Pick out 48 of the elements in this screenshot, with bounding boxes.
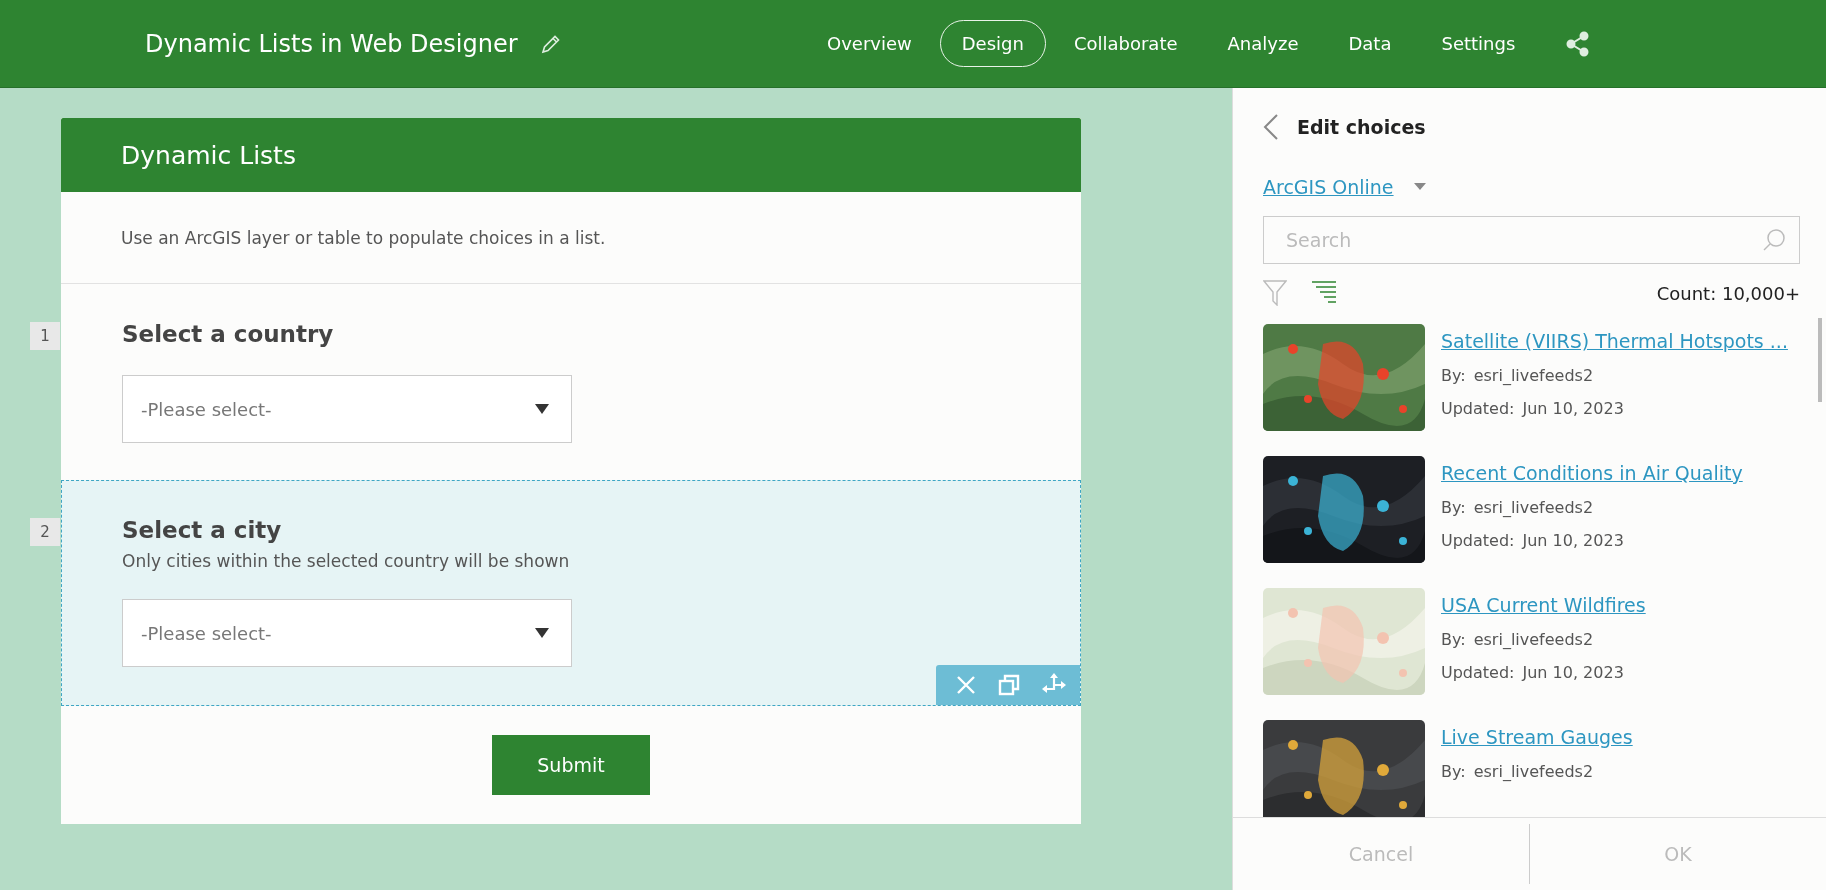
question-number: 2 (30, 518, 60, 546)
nav-tab[interactable]: Overview (805, 20, 934, 67)
updated-date: Jun 10, 2023 (1522, 531, 1624, 550)
owner-name: esri_livefeeds2 (1473, 366, 1594, 385)
dropdown-field[interactable]: -Please select- (122, 599, 572, 667)
item-title-link[interactable]: USA Current Wildfires (1441, 594, 1646, 616)
caret-icon (535, 404, 549, 414)
question-number: 1 (30, 322, 60, 350)
question-label: Select a country (122, 321, 334, 347)
close-icon[interactable] (956, 675, 976, 695)
filter-icon[interactable] (1263, 280, 1287, 306)
duplicate-icon[interactable] (998, 674, 1020, 696)
owner-label: By: (1441, 762, 1466, 781)
submit-button[interactable]: Submit (492, 735, 650, 795)
nav-tab[interactable]: Collaborate (1051, 20, 1200, 67)
owner-name: esri_livefeeds2 (1473, 762, 1594, 781)
form-header: Dynamic Lists (61, 118, 1081, 192)
item-title-link[interactable]: Satellite (VIIRS) Thermal Hotspots ... (1441, 330, 1788, 352)
updated-label: Updated: (1441, 531, 1515, 550)
updated-label: Updated: (1441, 663, 1515, 682)
updated-label: Updated: (1441, 399, 1515, 418)
owner-label: By: (1441, 498, 1466, 517)
search-field[interactable]: Search (1263, 216, 1800, 264)
caret-icon (535, 628, 549, 638)
owner-label: By: (1441, 630, 1466, 649)
owner-name: esri_livefeeds2 (1473, 498, 1594, 517)
panel-title: Edit choices (1297, 116, 1426, 138)
nav-tab[interactable]: Data (1326, 20, 1414, 67)
item-title-link[interactable]: Live Stream Gauges (1441, 726, 1633, 748)
updated-date: Jun 10, 2023 (1522, 399, 1624, 418)
form-description: Use an ArcGIS layer or table to populate choices in a list. (121, 227, 606, 248)
search-icon[interactable] (1762, 228, 1786, 252)
updated-date: Jun 10, 2023 (1522, 663, 1624, 682)
owner-label: By: (1441, 366, 1466, 385)
source-link[interactable]: ArcGIS Online (1263, 176, 1394, 198)
question-label: Select a city (122, 517, 282, 543)
sort-icon[interactable] (1311, 280, 1337, 306)
question-hint: Only cities within the selected country will be shown (122, 551, 570, 571)
result-count: Count: 10,000+ (1656, 282, 1800, 304)
caret-icon[interactable] (1413, 183, 1426, 191)
nav-tab[interactable]: Analyze (1205, 20, 1321, 67)
dropdown-field[interactable]: -Please select- (122, 375, 572, 443)
app-title: Dynamic Lists in Web Designer (145, 29, 518, 58)
scrollbar[interactable] (1818, 318, 1822, 402)
owner-name: esri_livefeeds2 (1473, 630, 1594, 649)
back-icon[interactable] (1263, 114, 1279, 140)
nav-tab[interactable]: Settings (1419, 20, 1538, 67)
item-title-link[interactable]: Recent Conditions in Air Quality (1441, 462, 1743, 484)
